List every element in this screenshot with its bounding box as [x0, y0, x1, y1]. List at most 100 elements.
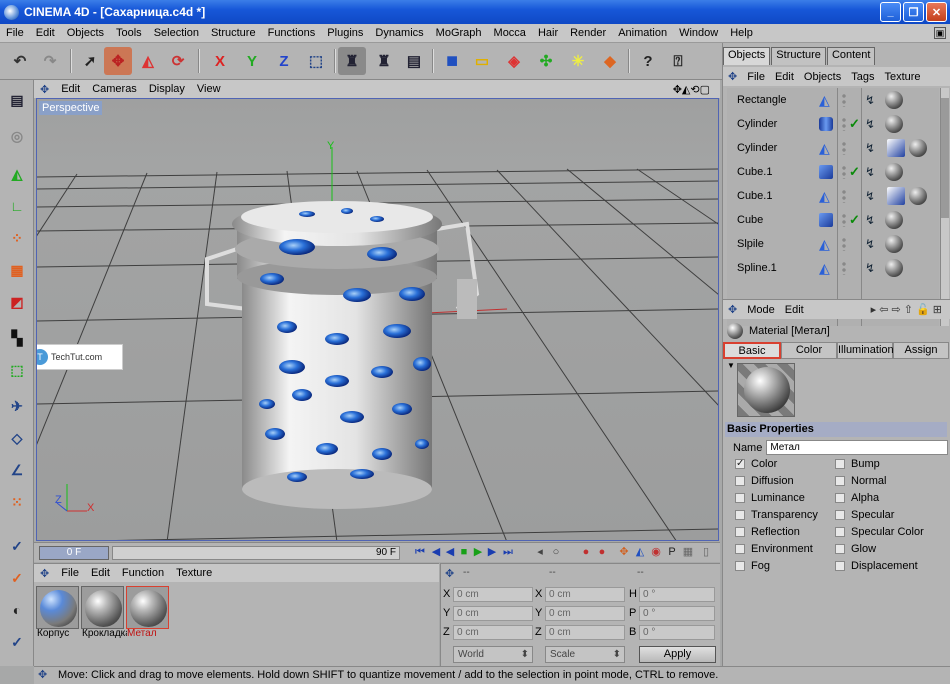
stop-icon[interactable]: ■ [458, 546, 470, 559]
3d-viewport[interactable]: Y Z X Perspective T TechTut.com [36, 98, 719, 541]
attributes-menu-mode[interactable]: Mode [742, 304, 780, 316]
go-to-start-icon[interactable]: ⏮ [414, 546, 426, 559]
material-tag-icon[interactable] [909, 187, 927, 205]
object-row[interactable]: Cube.1 ✓ ↯ [727, 160, 939, 184]
material-drag-icon[interactable]: ✥ [34, 567, 55, 580]
keyframe-icon[interactable]: ● [596, 546, 608, 559]
close-button[interactable]: ✕ [926, 2, 947, 22]
tab-objects[interactable]: Objects [723, 47, 771, 65]
channel-transparency-checkbox[interactable]: Transparency [735, 509, 818, 521]
material-thumbnail[interactable] [36, 586, 79, 629]
menu-edit[interactable]: Edit [30, 27, 61, 39]
tab-structure[interactable]: Structure [771, 47, 826, 65]
cube-primitive-icon[interactable]: ■ [438, 47, 466, 75]
viewport-menu-cameras[interactable]: Cameras [86, 83, 143, 95]
material-tag-icon[interactable] [885, 211, 903, 229]
rotate-tool-icon[interactable]: ⟳ [164, 47, 192, 75]
channel-fog-checkbox[interactable]: Fog [735, 560, 770, 572]
objects-menu-tags[interactable]: Tags [846, 71, 879, 83]
viewport-menu-display[interactable]: Display [143, 83, 191, 95]
animation-mode-icon[interactable]: ✈ [3, 392, 31, 420]
phong-tag-icon[interactable]: ↯ [865, 237, 881, 251]
rotation-p-field[interactable]: 0 ° [639, 606, 715, 621]
undo-icon[interactable]: ↶ [6, 47, 34, 75]
scene-light-icon[interactable]: ✳ [564, 47, 592, 75]
coord-drag-icon[interactable]: ✥ [445, 567, 454, 580]
rotation-h-field[interactable]: 0 ° [639, 587, 715, 602]
camera-icon[interactable]: ◆ [596, 47, 624, 75]
tab-assign[interactable]: Assign [893, 342, 949, 359]
material-menu-edit[interactable]: Edit [85, 567, 116, 579]
viewport-menu-edit[interactable]: Edit [55, 83, 86, 95]
menu-hair[interactable]: Hair [532, 27, 564, 39]
key-rotation-icon[interactable]: ◉ [650, 546, 662, 559]
phong-tag-icon[interactable]: ↯ [865, 189, 881, 203]
object-list-scrollbar[interactable] [940, 88, 949, 326]
next-key-icon[interactable]: ▶ [486, 546, 498, 559]
object-row[interactable]: Spline.1 ◭ ↯ [727, 256, 939, 280]
array-icon[interactable]: ◈ [500, 47, 528, 75]
object-row[interactable]: Rectangle ◭ ↯ [727, 88, 939, 112]
record-icon[interactable]: ○ [550, 546, 562, 559]
nurbs-icon[interactable]: ▭ [468, 47, 496, 75]
key-position-icon[interactable]: ✥ [618, 546, 630, 559]
menu-file[interactable]: File [0, 27, 30, 39]
minimize-button[interactable]: _ [880, 2, 901, 22]
phong-tag-icon[interactable]: ↯ [865, 261, 881, 275]
key-scale-icon[interactable]: ◭ [634, 546, 646, 559]
material-menu-texture[interactable]: Texture [170, 567, 218, 579]
material-thumbnail[interactable] [81, 586, 124, 629]
coordinate-mode-select[interactable]: World ⬍ [453, 646, 533, 663]
channel-glow-checkbox[interactable]: Glow [835, 543, 876, 555]
select-arrow-icon[interactable]: ➚ [76, 47, 104, 75]
name-field[interactable]: Метал [766, 440, 949, 455]
objects-drag-icon[interactable]: ✥ [723, 70, 742, 83]
channel-displacement-checkbox[interactable]: Displacement [835, 560, 918, 572]
object-row[interactable]: Cube.1 ◭ ↯ [727, 184, 939, 208]
material-tag-icon[interactable] [909, 139, 927, 157]
enabled-check-icon[interactable]: ✓ [849, 212, 860, 228]
menu-plugins[interactable]: Plugins [321, 27, 369, 39]
maximize-button[interactable]: ❐ [903, 2, 924, 22]
layout-icon[interactable]: ▤ [3, 86, 31, 114]
deformer-icon[interactable]: ✣ [532, 47, 560, 75]
channel-luminance-checkbox[interactable]: Luminance [735, 492, 805, 504]
size-y-field[interactable]: 0 cm [545, 606, 625, 621]
channel-environment-checkbox[interactable]: Environment [735, 543, 813, 555]
move-tool-icon[interactable]: ✥ [104, 47, 132, 75]
render-view-icon[interactable]: ♜ [338, 47, 366, 75]
size-z-field[interactable]: 0 cm [545, 625, 625, 640]
key-pla-icon[interactable]: ▦ [682, 546, 694, 559]
workplane-icon[interactable]: ✓ [3, 564, 31, 592]
material-menu-file[interactable]: File [55, 567, 85, 579]
points-mode-icon[interactable]: ⁘ [3, 224, 31, 252]
object-row[interactable]: Cube ✓ ↯ [727, 208, 939, 232]
attributes-menu-edit[interactable]: Edit [780, 304, 809, 316]
play-forward-icon[interactable]: ▶ [472, 546, 484, 559]
channel-alpha-checkbox[interactable]: Alpha [835, 492, 879, 504]
soft-selection-icon[interactable]: ⁙ [3, 488, 31, 516]
help-window-icon[interactable]: ⍰ [664, 47, 692, 75]
menu-selection[interactable]: Selection [148, 27, 205, 39]
material-thumbnail-selected[interactable] [126, 586, 169, 629]
phong-tag-icon[interactable]: ↯ [865, 117, 881, 131]
material-tag-icon[interactable] [885, 115, 903, 133]
sound-icon[interactable]: ◂ [534, 546, 546, 559]
model-mode-icon[interactable]: ◎ [3, 122, 31, 150]
object-row[interactable]: Cylinder ◭ ↯ [727, 136, 939, 160]
prev-key-icon[interactable]: ◀ [430, 546, 442, 559]
scale-tool-icon[interactable]: ◭ [134, 47, 162, 75]
attributes-drag-icon[interactable]: ✥ [723, 303, 742, 316]
lock-workplane-icon[interactable]: ✓ [3, 628, 31, 656]
phong-tag-icon[interactable]: ↯ [865, 165, 881, 179]
key-parameter-icon[interactable]: P [666, 546, 678, 559]
menu-functions[interactable]: Functions [262, 27, 322, 39]
preview-dropdown-icon[interactable]: ▼ [727, 361, 735, 370]
enabled-check-icon[interactable]: ✓ [849, 164, 860, 180]
menu-mograph[interactable]: MoGraph [430, 27, 488, 39]
phong-tag-icon[interactable]: ↯ [865, 141, 881, 155]
material-tag-icon[interactable] [885, 235, 903, 253]
menu-animation[interactable]: Animation [612, 27, 673, 39]
material-tag-icon[interactable] [885, 91, 903, 109]
channel-normal-checkbox[interactable]: Normal [835, 475, 886, 487]
